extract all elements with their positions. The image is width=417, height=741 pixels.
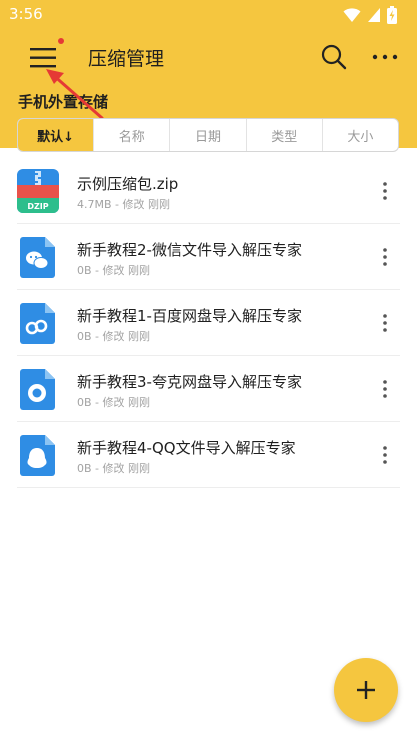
file-meta: 0B - 修改 刚刚 (77, 396, 151, 409)
file-meta: 4.7MB - 修改 刚刚 (77, 198, 170, 211)
file-list-item[interactable]: 新手教程1-百度网盘导入解压专家 0B - 修改 刚刚 (17, 290, 400, 356)
sort-tab-date[interactable]: 日期 (170, 119, 247, 151)
more-vertical-icon[interactable] (380, 444, 390, 466)
file-meta: 0B - 修改 刚刚 (77, 264, 151, 277)
baidu-netdisk-file-icon (20, 303, 55, 344)
file-name: 新手教程1-百度网盘导入解压专家 (77, 307, 302, 325)
svg-text:DZIP: DZIP (27, 202, 48, 211)
notification-dot (58, 38, 64, 44)
sort-tab-type[interactable]: 类型 (247, 119, 323, 151)
more-vertical-icon[interactable] (380, 312, 390, 334)
file-list: DZIP 示例压缩包.zip 4.7MB - 修改 刚刚 新手教程2-微信文件导… (0, 158, 417, 488)
sort-tab-default[interactable]: 默认↓ (18, 119, 95, 151)
file-name: 新手教程4-QQ文件导入解压专家 (77, 439, 296, 457)
more-vertical-icon[interactable] (380, 180, 390, 202)
more-vertical-icon[interactable] (380, 378, 390, 400)
wechat-file-icon (20, 237, 55, 278)
search-button[interactable] (320, 43, 348, 71)
file-list-item[interactable]: 新手教程2-微信文件导入解压专家 0B - 修改 刚刚 (17, 224, 400, 290)
add-button[interactable] (334, 658, 398, 722)
file-name: 示例压缩包.zip (77, 175, 179, 193)
file-list-item[interactable]: 新手教程4-QQ文件导入解压专家 0B - 修改 刚刚 (17, 422, 400, 488)
qq-file-icon (20, 435, 55, 476)
status-time: 3:56 (9, 5, 43, 23)
sort-tab-name[interactable]: 名称 (94, 119, 171, 151)
file-list-item[interactable]: DZIP 示例压缩包.zip 4.7MB - 修改 刚刚 (17, 158, 400, 224)
battery-icon (387, 6, 397, 24)
file-name: 新手教程2-微信文件导入解压专家 (77, 241, 302, 259)
signal-icon (368, 8, 380, 22)
more-horizontal-icon (372, 54, 398, 60)
plus-icon (357, 681, 375, 699)
wifi-icon (343, 8, 361, 22)
file-name: 新手教程3-夸克网盘导入解压专家 (77, 373, 302, 391)
search-icon (321, 44, 347, 70)
sort-tabs: 默认↓ 名称 日期 类型 大小 (17, 118, 399, 152)
file-meta: 0B - 修改 刚刚 (77, 462, 151, 475)
file-meta: 0B - 修改 刚刚 (77, 330, 151, 343)
more-vertical-icon[interactable] (380, 246, 390, 268)
quark-file-icon (20, 369, 55, 410)
zip-icon: DZIP (17, 169, 59, 213)
more-options-button[interactable] (370, 43, 400, 71)
annotation-arrow-icon (46, 69, 104, 120)
file-list-item[interactable]: 新手教程3-夸克网盘导入解压专家 0B - 修改 刚刚 (17, 356, 400, 422)
status-bar: 3:56 (0, 0, 417, 30)
sort-tab-size[interactable]: 大小 (323, 119, 398, 151)
